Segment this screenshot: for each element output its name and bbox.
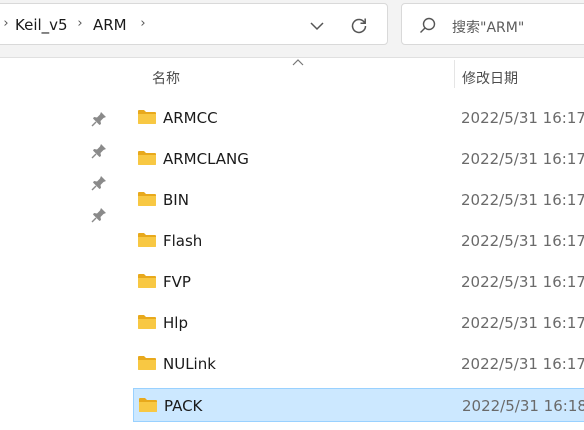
folder-icon <box>138 192 156 206</box>
search-icon <box>420 17 436 33</box>
file-modified-date: 2022/5/31 16:17 <box>461 191 584 209</box>
file-row[interactable]: ARMCC 2022/5/31 16:17 <box>133 101 584 135</box>
file-row[interactable]: Flash 2022/5/31 16:17 <box>133 224 584 258</box>
file-modified-date: 2022/5/31 16:17 <box>461 273 584 291</box>
folder-icon <box>138 315 156 329</box>
file-row[interactable]: BIN 2022/5/31 16:17 <box>133 183 584 217</box>
refresh-icon <box>351 18 367 34</box>
file-row[interactable]: ARMCLANG 2022/5/31 16:17 <box>133 142 584 176</box>
file-row[interactable]: PACK 2022/5/31 16:18 <box>133 388 584 422</box>
file-modified-date: 2022/5/31 16:18 <box>462 397 584 415</box>
breadcrumb-arm[interactable]: ARM <box>93 16 127 34</box>
search-box[interactable]: 搜索"ARM" <box>401 3 584 45</box>
file-modified-date: 2022/5/31 16:17 <box>461 232 584 250</box>
file-modified-date: 2022/5/31 16:17 <box>461 109 584 127</box>
breadcrumb-chevron-icon[interactable]: › <box>73 16 87 31</box>
file-row[interactable]: FVP 2022/5/31 16:17 <box>133 265 584 299</box>
folder-icon <box>138 151 156 165</box>
address-history-button[interactable] <box>305 14 329 38</box>
sort-ascending-icon <box>292 59 304 66</box>
folder-icon <box>138 110 156 124</box>
pin-icon[interactable] <box>90 110 108 128</box>
file-modified-date: 2022/5/31 16:17 <box>461 150 584 168</box>
folder-icon <box>139 398 157 412</box>
file-row[interactable]: NULink 2022/5/31 16:17 <box>133 347 584 381</box>
pin-icon[interactable] <box>90 142 108 160</box>
folder-icon <box>138 233 156 247</box>
file-name: NULink <box>163 355 216 373</box>
file-name: ARMCC <box>163 109 218 127</box>
column-divider[interactable] <box>454 60 455 88</box>
file-row[interactable]: Hlp 2022/5/31 16:17 <box>133 306 584 340</box>
pin-icon[interactable] <box>90 206 108 224</box>
folder-icon <box>138 274 156 288</box>
file-name: ARMCLANG <box>163 150 249 168</box>
breadcrumb-keil-v5[interactable]: Keil_v5 <box>15 16 68 34</box>
column-header-modified[interactable]: 修改日期 <box>462 68 518 88</box>
breadcrumb-chevron-icon[interactable]: › <box>136 16 150 31</box>
refresh-button[interactable] <box>347 14 371 38</box>
folder-icon <box>138 356 156 370</box>
file-name: FVP <box>163 273 191 291</box>
column-header-name[interactable]: 名称 <box>152 68 180 88</box>
navigation-bar: › Keil_v5 › ARM › 搜索"ARM" <box>0 0 584 58</box>
file-name: BIN <box>163 191 189 209</box>
chevron-down-icon <box>310 22 324 31</box>
breadcrumb-chevron-icon[interactable]: › <box>0 16 13 31</box>
address-bar[interactable]: › Keil_v5 › ARM › <box>0 3 388 45</box>
file-modified-date: 2022/5/31 16:17 <box>461 314 584 332</box>
file-modified-date: 2022/5/31 16:17 <box>461 355 584 373</box>
file-name: Flash <box>163 232 203 250</box>
search-placeholder: 搜索"ARM" <box>452 20 525 36</box>
file-name: Hlp <box>163 314 188 332</box>
pin-icon[interactable] <box>90 174 108 192</box>
file-name: PACK <box>164 397 203 415</box>
